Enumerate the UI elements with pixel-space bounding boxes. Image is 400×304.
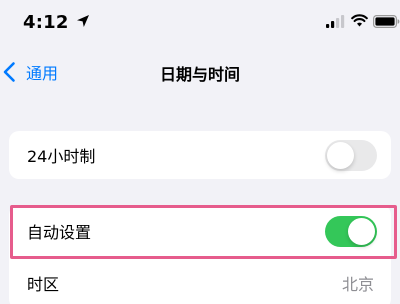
timezone-value: 北京 — [341, 275, 374, 294]
timezone-label: 时区 — [27, 275, 60, 294]
wifi-icon — [351, 14, 368, 27]
page-title: 日期与时间 — [159, 65, 240, 84]
battery-icon — [373, 15, 400, 28]
hour24-row: 24小时制 — [9, 131, 391, 179]
hour24-toggle[interactable] — [325, 139, 377, 171]
auto-set-label: 自动设置 — [27, 223, 92, 242]
hour24-label: 24小时制 — [27, 147, 96, 166]
auto-set-row: 自动设置 — [9, 205, 391, 257]
timezone-row[interactable]: 时区 北京 — [9, 257, 391, 304]
cellular-signal-icon — [326, 15, 345, 28]
navigation-bar: 通用 日期与时间 — [0, 52, 400, 92]
date-time-settings-screen: 4:12 通用 日期与时间 24小时制 自动设置 时区 北京 — [0, 0, 400, 304]
location-arrow-icon — [77, 15, 89, 27]
toggle-knob — [348, 217, 375, 245]
hour24-settings-group: 24小时制 — [9, 131, 391, 179]
auto-time-settings-group: 自动设置 时区 北京 — [9, 205, 391, 304]
status-bar: 4:12 — [0, 0, 400, 44]
auto-set-toggle[interactable] — [325, 215, 377, 247]
toggle-knob — [327, 141, 354, 169]
status-time: 4:12 — [23, 12, 69, 33]
